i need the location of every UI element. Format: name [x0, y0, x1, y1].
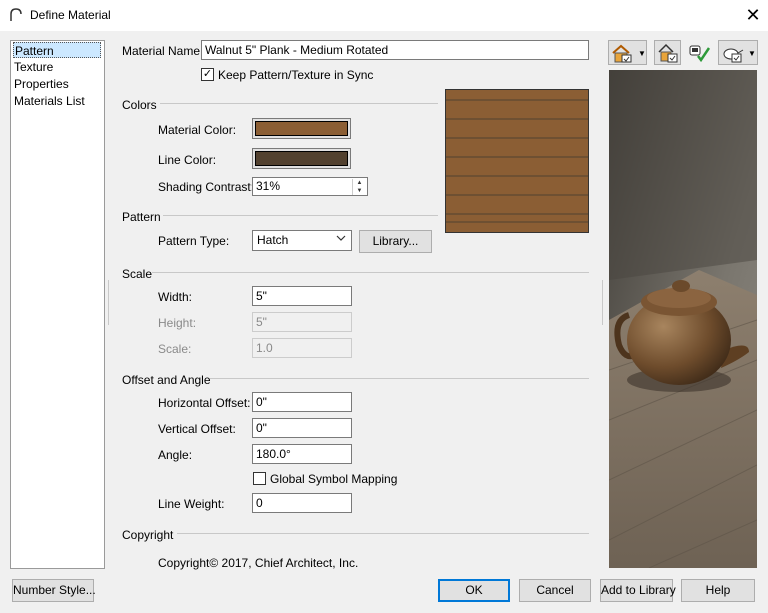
shading-contrast-label: Shading Contrast:: [158, 180, 255, 194]
nav-item-materials-list[interactable]: Materials List: [13, 93, 101, 109]
line-color-swatch: [255, 151, 348, 166]
nav-item-texture[interactable]: Texture: [13, 59, 101, 75]
offset-angle-heading: Offset and Angle: [122, 373, 211, 387]
chevron-down-icon: [336, 233, 346, 248]
pattern-type-label: Pattern Type:: [158, 234, 230, 248]
angle-input[interactable]: 180.0°: [252, 444, 352, 464]
cancel-button[interactable]: Cancel: [519, 579, 591, 602]
number-style-button[interactable]: Number Style...: [12, 579, 96, 602]
teapot-view-button[interactable]: ▼: [718, 40, 758, 65]
material-color-label: Material Color:: [158, 123, 237, 137]
width-label: Width:: [158, 290, 193, 304]
pattern-preview-swatch: [445, 89, 589, 233]
house-view-icon: [611, 43, 635, 66]
plant-check-icon: [688, 43, 712, 66]
shading-contrast-input[interactable]: 31% ▲ ▼: [252, 177, 368, 196]
keep-sync-checkbox[interactable]: ✓: [201, 68, 214, 81]
offset-separator: [210, 378, 589, 379]
library-button[interactable]: Library...: [359, 230, 432, 253]
horizontal-offset-label: Horizontal Offset:: [158, 396, 251, 410]
nav-item-pattern[interactable]: Pattern: [13, 42, 101, 58]
pattern-type-value: Hatch: [257, 233, 289, 247]
pattern-type-select[interactable]: Hatch: [252, 230, 352, 251]
material-view-button[interactable]: [654, 40, 681, 65]
width-input[interactable]: 5": [252, 286, 352, 306]
plant-check-button[interactable]: [686, 40, 712, 65]
scale-input[interactable]: 1.0: [252, 338, 352, 358]
app-logo-icon: [9, 8, 23, 25]
shading-contrast-value: 31%: [256, 179, 281, 193]
scale-separator: [152, 272, 589, 273]
colors-separator: [160, 103, 438, 104]
window-title: Define Material: [30, 8, 111, 22]
material-name-input[interactable]: Walnut 5" Plank - Medium Rotated: [201, 40, 589, 60]
line-weight-input[interactable]: 0: [252, 493, 352, 513]
material-name-label: Material Name:: [122, 44, 204, 58]
category-list: Pattern Texture Properties Materials Lis…: [10, 40, 105, 569]
house-view-button[interactable]: ▼: [608, 40, 647, 65]
close-button[interactable]: ✕: [742, 4, 764, 26]
keep-sync-label: Keep Pattern/Texture in Sync: [218, 68, 374, 82]
global-mapping-label: Global Symbol Mapping: [270, 472, 398, 486]
dropdown-arrow-icon: ▼: [638, 49, 646, 58]
copyright-separator: [177, 533, 589, 534]
height-label: Height:: [158, 316, 197, 330]
shading-contrast-spinner[interactable]: ▲ ▼: [352, 179, 366, 195]
scale-heading: Scale: [122, 267, 153, 281]
line-color-label: Line Color:: [158, 153, 217, 167]
angle-label: Angle:: [158, 448, 193, 462]
line-color-button[interactable]: [252, 148, 351, 169]
left-splitter-handle[interactable]: [108, 280, 112, 325]
copyright-heading: Copyright: [122, 528, 174, 542]
title-bar: Define Material ✕: [0, 0, 768, 31]
dropdown-arrow-icon: ▼: [748, 49, 756, 58]
height-input[interactable]: 5": [252, 312, 352, 332]
copyright-text: Copyright© 2017, Chief Architect, Inc.: [158, 556, 359, 570]
material-3d-preview[interactable]: [609, 70, 757, 568]
colors-heading: Colors: [122, 98, 157, 112]
material-color-button[interactable]: [252, 118, 351, 139]
teapot-view-icon: [721, 43, 745, 66]
add-to-library-button[interactable]: Add to Library: [600, 579, 676, 602]
vertical-offset-input[interactable]: 0": [252, 418, 352, 438]
material-view-icon: [657, 43, 679, 66]
ok-button[interactable]: OK: [438, 579, 510, 602]
material-color-swatch: [255, 121, 348, 136]
scale-label: Scale:: [158, 342, 192, 356]
pattern-separator: [163, 215, 438, 216]
horizontal-offset-input[interactable]: 0": [252, 392, 352, 412]
right-splitter-handle[interactable]: [602, 280, 606, 325]
nav-item-properties[interactable]: Properties: [13, 76, 101, 92]
global-mapping-checkbox[interactable]: [253, 472, 266, 485]
help-button[interactable]: Help: [681, 579, 755, 602]
line-weight-label: Line Weight:: [158, 497, 225, 511]
vertical-offset-label: Vertical Offset:: [158, 422, 236, 436]
pattern-heading: Pattern: [122, 210, 161, 224]
